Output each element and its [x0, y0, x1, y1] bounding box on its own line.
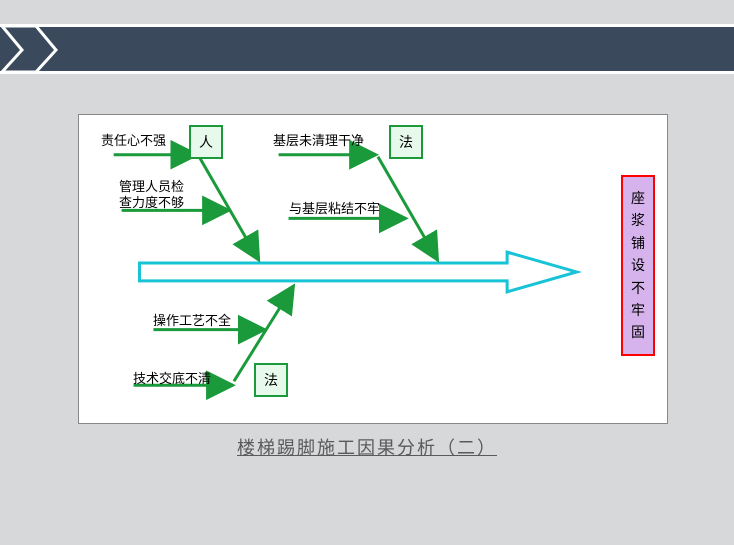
effect-char: 固: [631, 321, 645, 343]
effect-char: 铺: [631, 232, 645, 254]
cause-label: 操作工艺不全: [153, 313, 231, 330]
category-label: 法: [264, 370, 278, 390]
fishbone-diagram: 人 法 法 责任心不强 管理人员检 查力度不够 基层未清理干净 与基层粘结不牢 …: [78, 114, 668, 424]
effect-char: 设: [631, 254, 645, 276]
cause-label: 基层未清理干净: [273, 133, 364, 150]
category-box-method-top: 法: [389, 125, 423, 159]
cause-label: 与基层粘结不牢: [289, 201, 380, 218]
cause-label: 查力度不够: [119, 195, 184, 212]
effect-box: 座 浆 铺 设 不 牢 固: [621, 175, 655, 356]
cause-label: 责任心不强: [101, 133, 166, 150]
chevron-icon: [0, 20, 80, 80]
effect-char: 浆: [631, 209, 645, 231]
effect-char: 不: [631, 277, 645, 299]
category-box-person: 人: [189, 125, 223, 159]
effect-char: 座: [631, 187, 645, 209]
header-band: [0, 24, 734, 74]
cause-label: 技术交底不清: [133, 371, 211, 388]
cause-label: 管理人员检: [119, 179, 184, 196]
category-label: 人: [199, 132, 213, 152]
effect-char: 牢: [631, 299, 645, 321]
category-box-method-bottom: 法: [254, 363, 288, 397]
category-label: 法: [399, 132, 413, 152]
diagram-caption: 楼梯踢脚施工因果分析（二）: [0, 434, 734, 460]
